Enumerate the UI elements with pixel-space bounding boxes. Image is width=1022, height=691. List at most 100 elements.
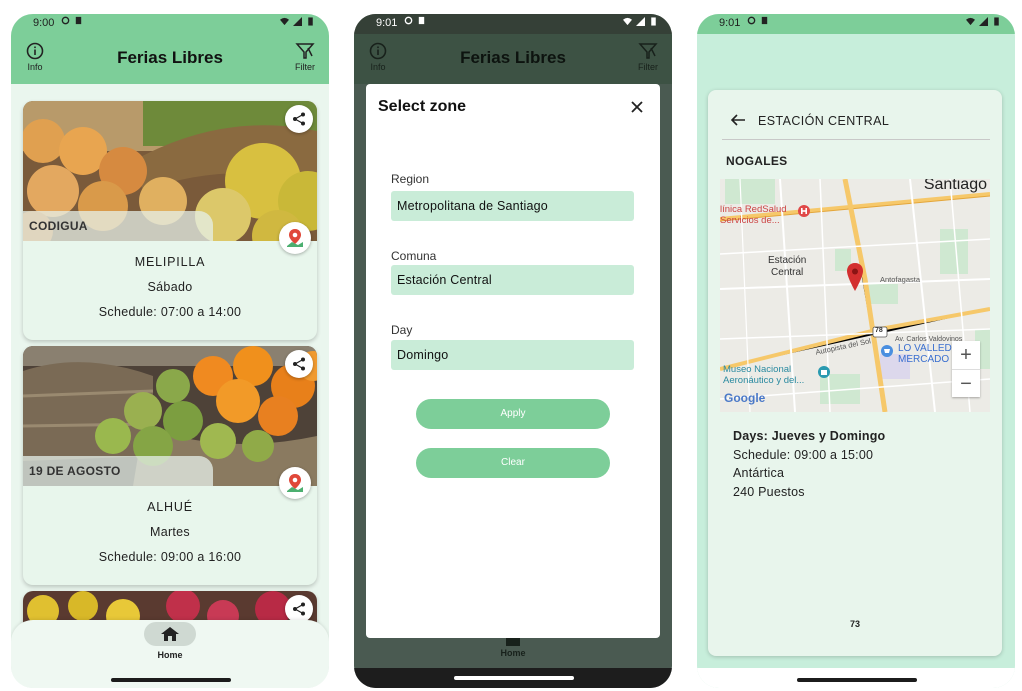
card-label: 19 DE AGOSTO: [23, 456, 213, 486]
feria-card[interactable]: 19 DE AGOSTO ALHUÉ Martes Schedule: 09:0…: [23, 346, 317, 585]
comuna-label: Comuna: [391, 249, 437, 263]
phone-filter-screen: 9:01 Info Ferias Libres Filter Select zo…: [354, 14, 672, 688]
bottom-navigation: Home: [11, 620, 329, 688]
share-icon: [293, 357, 305, 371]
region-field[interactable]: Metropolitana de Santiago: [391, 191, 634, 221]
settings-status-icon: [404, 16, 413, 25]
back-arrow-icon[interactable]: [730, 112, 746, 128]
status-bar: 9:00: [11, 14, 329, 34]
share-button[interactable]: [285, 350, 313, 378]
detail-days: Days: Jueves y Domingo: [733, 429, 886, 443]
map-museum-line2: Aeronáutico y del...: [723, 375, 805, 386]
map-area-label: Estación Central: [768, 255, 806, 279]
filter-button[interactable]: Filter: [626, 42, 670, 72]
map-museum-label: Museo Nacional Aeronáutico y del...: [723, 364, 804, 386]
shopping-icon: [881, 345, 893, 357]
region-label: Region: [391, 172, 430, 186]
card-photo-oranges: 19 DE AGOSTO: [23, 346, 317, 486]
museum-icon: [818, 366, 830, 378]
nav-home-label: Home: [157, 650, 183, 660]
card-schedule: Schedule: 07:00 a 14:00: [98, 305, 242, 319]
map-area-label-line1: Estación: [768, 255, 807, 266]
divider: [722, 139, 990, 140]
map-market-line2: MERCADO: [898, 354, 950, 365]
card-comuna: MELIPILLA: [134, 255, 206, 269]
battery-icon: [651, 17, 656, 26]
share-icon: [293, 602, 305, 616]
day-label: Day: [391, 323, 413, 337]
filter-icon: [295, 43, 315, 59]
map-view[interactable]: Santiago Estación Central línica RedSalu…: [720, 179, 990, 412]
app-bar: Info Ferias Libres Filter: [11, 34, 329, 84]
status-time: 9:01: [719, 17, 741, 29]
battery-icon: [308, 17, 313, 26]
share-button[interactable]: [285, 595, 313, 623]
settings-status-icon: [61, 16, 70, 25]
card-schedule: Schedule: 09:00 a 16:00: [98, 550, 242, 564]
feria-detail-card: ESTACIÓN CENTRAL NOGALES Santiago Estaci…: [708, 90, 1002, 656]
zoom-controls: + −: [952, 341, 980, 397]
filter-label: Filter: [295, 62, 315, 72]
phone-feed-screen: 9:00 Info Ferias Libres Filter CODIGUA M…: [11, 14, 329, 688]
status-notification-icons: [61, 16, 83, 25]
app-bar: Info Ferias Libres Filter: [354, 34, 672, 84]
status-bar: 9:01: [697, 14, 1015, 34]
dimmed-bottom-nav: Home: [354, 638, 672, 668]
signal-icon: [979, 17, 988, 26]
clear-button[interactable]: Clear: [416, 448, 610, 478]
phone-detail-screen: 9:01 ESTACIÓN CENTRAL NOGALES Santiago E…: [697, 14, 1015, 688]
hospital-icon: [798, 205, 810, 217]
map-area-label-line2: Central: [771, 267, 804, 278]
battery-icon: [994, 17, 999, 26]
nav-home-button[interactable]: [144, 622, 196, 646]
map-clinic-label: línica RedSalud Servicios de...: [720, 204, 787, 226]
system-nav-strip: [354, 668, 672, 688]
card-label: CODIGUA: [23, 211, 213, 241]
google-logo: Google: [724, 391, 766, 405]
gesture-bar: [797, 678, 917, 682]
map-clinic-line2: Servicios de...: [720, 215, 780, 226]
select-zone-dialog: Select zone Region Metropolitana de Sant…: [366, 84, 660, 638]
status-bar: 9:01: [354, 14, 672, 34]
detail-info: Days: Jueves y Domingo Schedule: 09:00 a…: [733, 427, 885, 501]
close-icon[interactable]: [630, 100, 644, 114]
filter-button[interactable]: Filter: [283, 42, 327, 72]
status-system-icons: [280, 17, 315, 26]
zoom-out-button[interactable]: −: [952, 369, 980, 398]
comuna-field[interactable]: Estación Central: [391, 265, 634, 295]
map-location-button[interactable]: [279, 222, 311, 254]
apply-button[interactable]: Apply: [416, 399, 610, 429]
sd-card-status-icon: [418, 16, 425, 25]
card-body: ALHUÉ Martes Schedule: 09:00 a 16:00: [23, 486, 317, 585]
status-notification-icons: [404, 16, 426, 25]
signal-icon: [293, 17, 302, 26]
share-icon: [293, 112, 305, 126]
dialog-title: Select zone: [378, 98, 467, 115]
map-route-badge: 78: [875, 327, 883, 334]
feria-card[interactable]: CODIGUA MELIPILLA Sábado Schedule: 07:00…: [23, 101, 317, 340]
share-button[interactable]: [285, 105, 313, 133]
home-icon: [161, 627, 179, 641]
map-pin-icon: [287, 474, 303, 492]
nav-home-label: Home: [500, 648, 526, 658]
map-street-label: Antofagasta: [880, 275, 921, 284]
detail-count: 73: [849, 619, 860, 629]
system-nav-strip: [697, 668, 1015, 688]
detail-street: Antártica: [733, 466, 785, 480]
filter-icon: [638, 43, 658, 59]
detail-stalls: 240 Puestos: [733, 484, 805, 499]
detail-schedule: Schedule: 09:00 a 15:00: [733, 447, 874, 462]
day-field[interactable]: Domingo: [391, 340, 634, 370]
sd-card-status-icon: [761, 16, 768, 25]
status-system-icons: [966, 17, 1001, 26]
map-city-label: Santiago: [923, 179, 987, 193]
zoom-in-button[interactable]: +: [952, 341, 980, 369]
map-location-button[interactable]: [279, 467, 311, 499]
wifi-icon: [280, 17, 289, 26]
detail-title: ESTACIÓN CENTRAL: [758, 114, 890, 128]
card-photo-peaches: CODIGUA: [23, 101, 317, 241]
app-title: Ferias Libres: [117, 48, 223, 67]
card-day: Martes: [149, 525, 190, 539]
app-title: Ferias Libres: [460, 48, 566, 67]
detail-subtitle: NOGALES: [726, 154, 788, 168]
